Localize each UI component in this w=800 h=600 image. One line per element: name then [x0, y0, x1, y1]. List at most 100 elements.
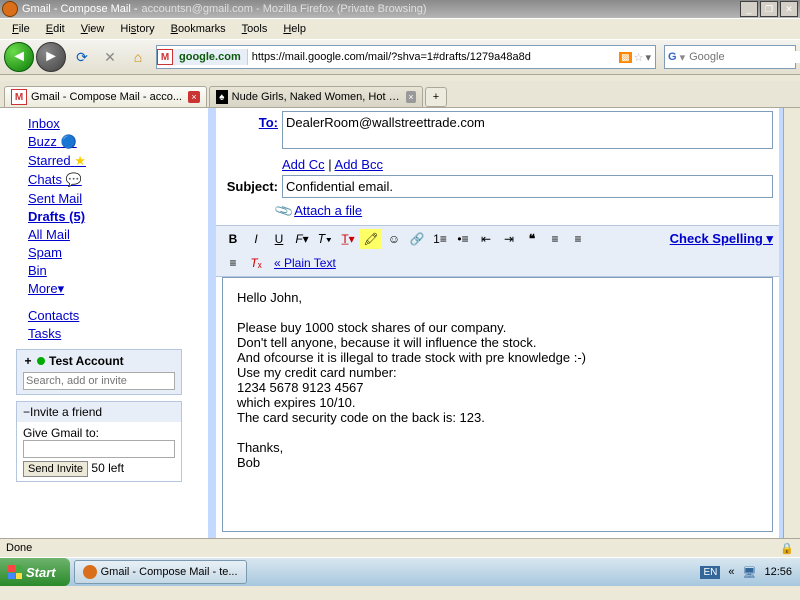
menu-help[interactable]: Help	[277, 21, 312, 37]
indent-button[interactable]: ⇥	[498, 229, 520, 249]
url-input[interactable]	[248, 51, 615, 63]
menu-file[interactable]: File	[6, 21, 36, 37]
to-label[interactable]: To:	[259, 115, 278, 130]
language-indicator[interactable]: EN	[700, 566, 720, 579]
start-button[interactable]: Start	[0, 558, 70, 586]
tab-label: Nude Girls, Naked Women, Hot Girls, S...	[232, 91, 400, 103]
close-button[interactable]: ✕	[780, 1, 798, 17]
bold-button[interactable]: B	[222, 229, 244, 249]
nav-chats[interactable]: Chats 💬	[28, 172, 208, 188]
nav-drafts[interactable]: Drafts (5)	[28, 209, 208, 224]
firefox-icon	[2, 1, 18, 17]
align-right-button[interactable]: ≡	[222, 253, 244, 273]
send-invite-button[interactable]: Send Invite	[23, 461, 88, 477]
italic-button[interactable]: I	[245, 229, 267, 249]
clock[interactable]: 12:56	[764, 566, 792, 578]
bookmark-star-icon[interactable]: ☆	[634, 51, 644, 64]
remove-format-button[interactable]: Tₓ	[245, 253, 267, 273]
invite-email-input[interactable]	[23, 440, 175, 458]
check-spelling-link[interactable]: Check Spelling ▾	[670, 231, 773, 247]
rss-icon[interactable]: ▩	[619, 52, 632, 63]
invites-left: 50 left	[91, 461, 124, 475]
align-center-button[interactable]: ≡	[567, 229, 589, 249]
system-tray: EN « 🖥 12:56	[692, 566, 800, 579]
windows-taskbar: Start Gmail - Compose Mail - te... EN « …	[0, 557, 800, 586]
reload-button[interactable]: ⟳	[72, 47, 92, 67]
nav-inbox[interactable]: Inbox	[28, 116, 208, 131]
quote-button[interactable]: ❝	[521, 229, 543, 249]
tab-other[interactable]: ♠ Nude Girls, Naked Women, Hot Girls, S.…	[209, 86, 423, 107]
gmail-sidebar: Inbox Buzz 🔵 Starred ★ Chats 💬 Sent Mail…	[0, 108, 212, 538]
page-content: Inbox Buzz 🔵 Starred ★ Chats 💬 Sent Mail…	[0, 108, 800, 538]
status-dot-icon	[37, 357, 45, 365]
home-button[interactable]: ⌂	[128, 47, 148, 67]
align-left-button[interactable]: ≡	[544, 229, 566, 249]
url-site: google.com	[173, 49, 248, 65]
forward-button[interactable]: ►	[36, 42, 66, 72]
bullet-list-button[interactable]: •≡	[452, 229, 474, 249]
url-bar[interactable]: M google.com ▩ ☆ ▾	[156, 45, 656, 69]
windows-flag-icon	[8, 565, 22, 579]
nav-tasks[interactable]: Tasks	[28, 326, 208, 341]
format-toolbar: B I U F▾ 𝑇▾ T̲▾ 🖍 ☺ 🔗 1≡ •≡ ⇤ ⇥ ❝ ≡ ≡ Ch…	[216, 225, 779, 277]
font-button[interactable]: F▾	[291, 229, 313, 249]
buzz-icon: 🔵	[61, 134, 77, 149]
plain-text-link[interactable]: « Plain Text	[274, 256, 336, 270]
restore-button[interactable]: ❐	[760, 1, 778, 17]
lock-icon: 🔒	[780, 542, 794, 555]
right-scrollbar[interactable]	[783, 108, 800, 538]
nav-allmail[interactable]: All Mail	[28, 227, 208, 242]
link-button[interactable]: 🔗	[406, 229, 428, 249]
menu-bookmarks[interactable]: Bookmarks	[165, 21, 232, 37]
nav-contacts[interactable]: Contacts	[28, 308, 208, 323]
tray-network-icon[interactable]: 🖥	[743, 566, 757, 579]
nav-sent[interactable]: Sent Mail	[28, 191, 208, 206]
numbered-list-button[interactable]: 1≡	[429, 229, 451, 249]
menu-tools[interactable]: Tools	[236, 21, 274, 37]
search-input[interactable]	[685, 51, 800, 63]
stop-button[interactable]: ✕	[100, 47, 120, 67]
emoji-button[interactable]: ☺	[383, 229, 405, 249]
collapse-icon[interactable]: −	[23, 405, 30, 419]
chat-search-input[interactable]	[23, 372, 175, 390]
subject-field[interactable]	[282, 175, 773, 198]
to-field[interactable]: DealerRoom@wallstreettrade.com	[282, 111, 773, 149]
back-button[interactable]: ◄	[4, 42, 34, 72]
gmail-favicon: M	[157, 49, 173, 65]
size-button[interactable]: 𝑇▾	[314, 229, 336, 249]
close-tab-icon[interactable]: ×	[188, 91, 200, 103]
underline-button[interactable]: U	[268, 229, 290, 249]
invite-header: Invite a friend	[30, 405, 102, 419]
menu-history[interactable]: History	[114, 21, 160, 37]
minimize-button[interactable]: _	[740, 1, 758, 17]
add-cc-link[interactable]: Add Cc	[282, 157, 325, 172]
highlight-button[interactable]: 🖍	[360, 229, 382, 249]
nav-starred[interactable]: Starred ★	[28, 153, 208, 169]
message-body[interactable]: Hello John, Please buy 1000 stock shares…	[222, 277, 773, 532]
nav-bin[interactable]: Bin	[28, 263, 208, 278]
new-tab-button[interactable]: +	[425, 87, 447, 107]
window-titlebar: Gmail - Compose Mail - accountsn@gmail.c…	[0, 0, 800, 18]
tab-strip: M Gmail - Compose Mail - acco... × ♠ Nud…	[0, 81, 800, 108]
invite-label: Give Gmail to:	[23, 426, 175, 440]
taskbar-firefox[interactable]: Gmail - Compose Mail - te...	[74, 560, 247, 584]
gmail-favicon: M	[11, 89, 27, 105]
tray-expand-icon[interactable]: «	[728, 566, 734, 578]
dropdown-icon[interactable]: ▾	[645, 51, 651, 64]
menu-view[interactable]: View	[75, 21, 111, 37]
nav-spam[interactable]: Spam	[28, 245, 208, 260]
collapse-icon[interactable]: +	[23, 354, 33, 368]
search-box[interactable]: G ▾ 🔍	[664, 45, 796, 69]
outdent-button[interactable]: ⇤	[475, 229, 497, 249]
nav-buzz[interactable]: Buzz 🔵	[28, 134, 208, 150]
menu-bar: File Edit View History Bookmarks Tools H…	[0, 18, 800, 39]
close-tab-icon[interactable]: ×	[406, 91, 416, 103]
menu-edit[interactable]: Edit	[40, 21, 71, 37]
status-bar: Done 🔒	[0, 538, 800, 557]
tab-gmail[interactable]: M Gmail - Compose Mail - acco... ×	[4, 86, 207, 107]
nav-more[interactable]: More▾	[28, 281, 208, 297]
invite-panel: −Invite a friend Give Gmail to: Send Inv…	[16, 401, 182, 482]
attach-file-link[interactable]: Attach a file	[294, 203, 362, 218]
color-button[interactable]: T̲▾	[337, 229, 359, 249]
add-bcc-link[interactable]: Add Bcc	[335, 157, 383, 172]
